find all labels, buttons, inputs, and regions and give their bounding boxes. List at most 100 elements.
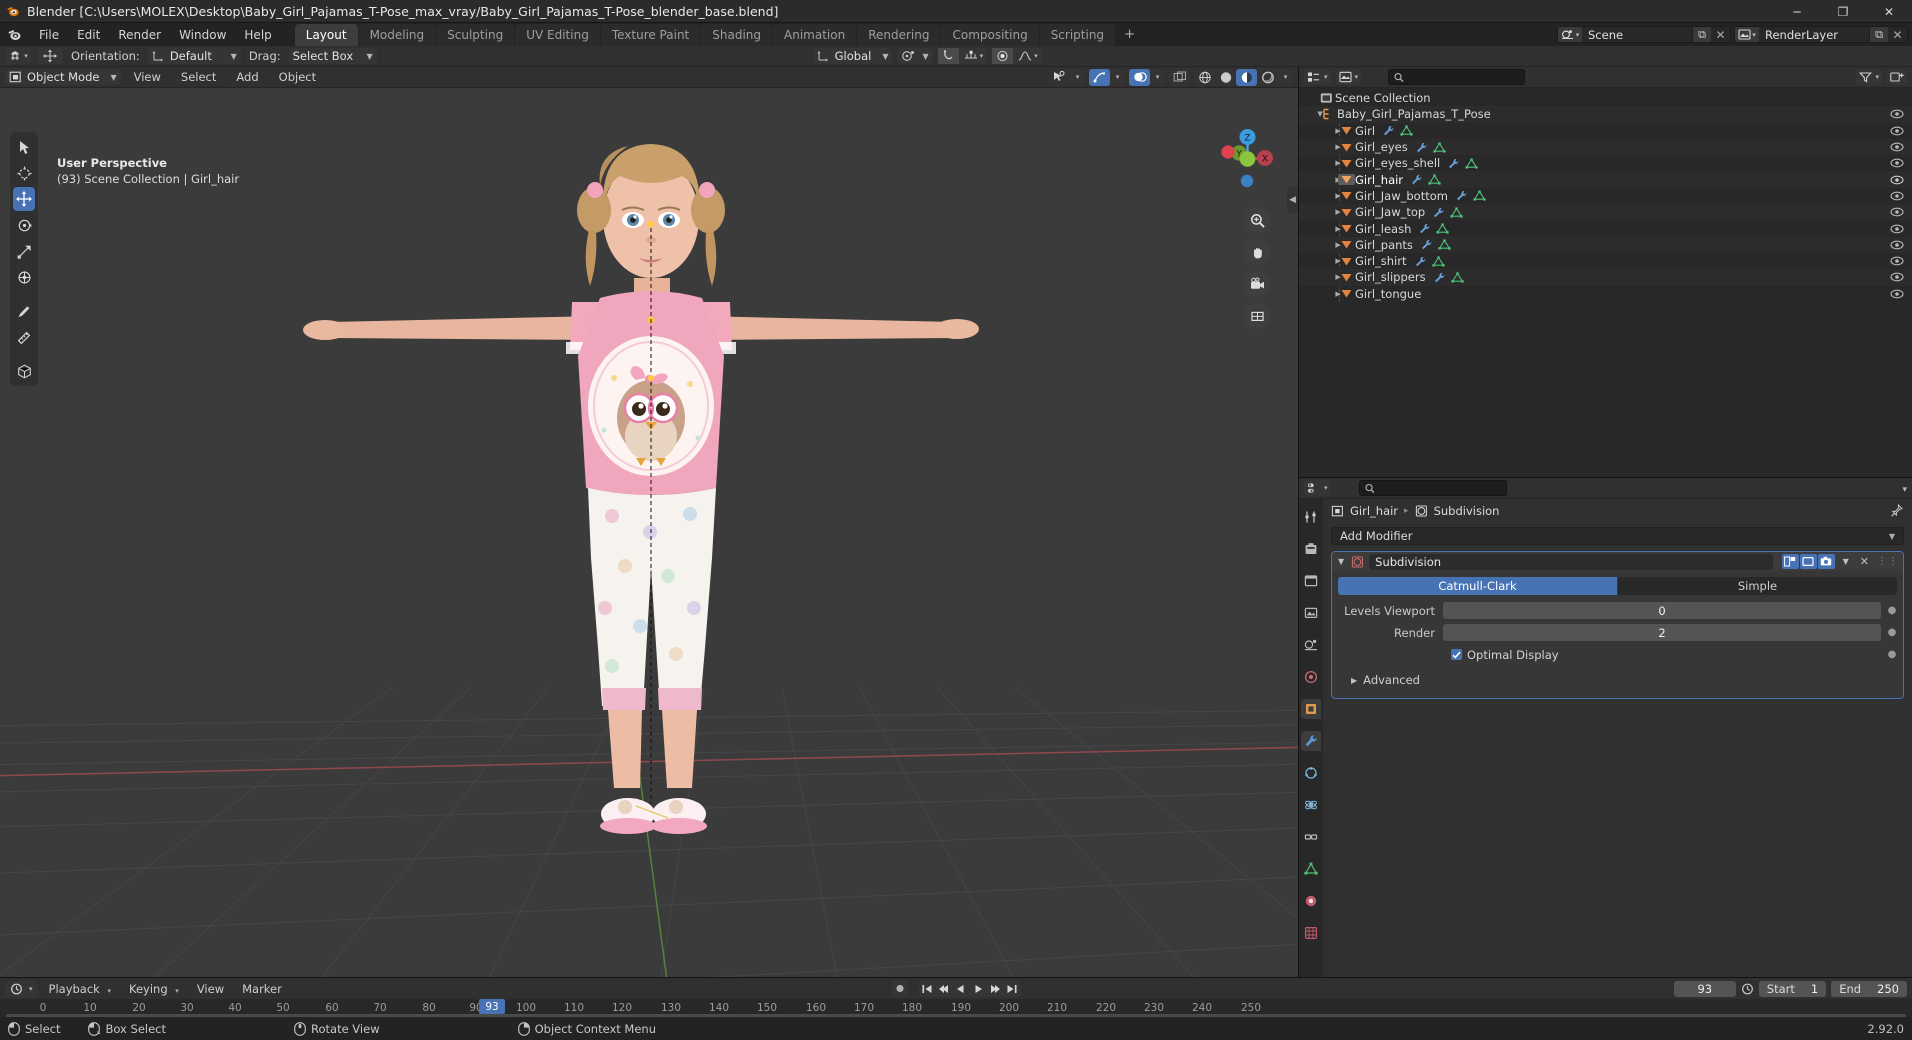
show-gizmo-toggle[interactable] bbox=[1089, 68, 1110, 86]
tab-physics-properties[interactable] bbox=[1301, 795, 1321, 815]
subdivision-catmull-clark-button[interactable]: Catmull-Clark bbox=[1338, 577, 1617, 595]
outliner-row-object[interactable]: ▶ Girl_tongue bbox=[1299, 286, 1912, 302]
outliner-row-object[interactable]: ▶ Girl_leash bbox=[1299, 220, 1912, 236]
modifier-name-field[interactable]: Subdivision bbox=[1369, 553, 1773, 570]
tab-modifier-properties[interactable] bbox=[1301, 731, 1321, 751]
tab-animation[interactable]: Animation bbox=[773, 24, 857, 46]
outliner-row-object[interactable]: ▶ Girl_Jaw_bottom bbox=[1299, 188, 1912, 204]
disclosure-icon[interactable]: ▶ bbox=[1304, 208, 1340, 216]
advanced-section-toggle[interactable]: ▶ Advanced bbox=[1338, 670, 1897, 690]
modifier-drag-handle[interactable]: ⋮⋮ bbox=[1877, 556, 1899, 567]
shading-rendered-button[interactable] bbox=[1257, 69, 1278, 86]
next-keyframe-button[interactable] bbox=[987, 981, 1004, 997]
properties-search-box[interactable] bbox=[1358, 480, 1507, 496]
proportional-editing-toggle[interactable] bbox=[992, 48, 1014, 64]
animate-property-dot[interactable]: ● bbox=[1887, 605, 1897, 616]
show-on-cage-toggle[interactable] bbox=[1781, 554, 1799, 569]
disclosure-icon[interactable]: ▶ bbox=[1304, 176, 1340, 184]
move-tool[interactable] bbox=[13, 187, 35, 211]
current-frame-field[interactable]: 93 bbox=[1673, 980, 1736, 997]
tab-shading[interactable]: Shading bbox=[701, 24, 772, 46]
shading-solid-button[interactable] bbox=[1215, 69, 1236, 86]
disclosure-open-icon[interactable]: ▼ bbox=[1304, 110, 1322, 118]
remove-viewlayer-button[interactable]: ✕ bbox=[1888, 27, 1907, 42]
tab-object-properties[interactable] bbox=[1301, 699, 1321, 719]
eye-icon[interactable] bbox=[1890, 272, 1904, 283]
pan-hand-icon[interactable] bbox=[1244, 239, 1270, 265]
eye-icon[interactable] bbox=[1890, 190, 1904, 201]
timeline-menu-marker[interactable]: Marker bbox=[235, 980, 289, 998]
eye-icon[interactable] bbox=[1890, 256, 1904, 267]
ortho-perspective-icon[interactable] bbox=[1244, 303, 1270, 329]
modifier-expand-icon[interactable]: ▼ bbox=[1336, 557, 1346, 566]
scale-tool[interactable] bbox=[13, 239, 35, 263]
tab-output-properties[interactable] bbox=[1301, 571, 1321, 591]
tab-texture-paint[interactable]: Texture Paint bbox=[600, 24, 701, 46]
menu-file[interactable]: File bbox=[30, 25, 68, 45]
shading-wireframe-button[interactable] bbox=[1194, 69, 1215, 86]
minimize-button[interactable]: ─ bbox=[1774, 0, 1820, 23]
outliner-row-object[interactable]: ▶ Girl bbox=[1299, 123, 1912, 139]
shading-dropdown[interactable]: ▾ bbox=[1278, 69, 1293, 86]
eye-icon[interactable] bbox=[1890, 109, 1904, 120]
add-modifier-button[interactable]: Add Modifier ▼ bbox=[1331, 527, 1904, 545]
eye-icon[interactable] bbox=[1890, 142, 1904, 153]
disclosure-icon[interactable]: ▶ bbox=[1304, 257, 1340, 265]
menu-help[interactable]: Help bbox=[235, 25, 280, 45]
eye-icon[interactable] bbox=[1890, 158, 1904, 169]
frame-start-field[interactable]: Start 1 bbox=[1758, 980, 1827, 997]
properties-search-input[interactable] bbox=[1378, 481, 1501, 495]
jump-to-end-button[interactable] bbox=[1004, 981, 1021, 997]
disclosure-icon[interactable]: ▶ bbox=[1304, 241, 1340, 249]
overlay-dropdown[interactable]: ▾ bbox=[1150, 69, 1165, 86]
tab-data-properties[interactable] bbox=[1301, 859, 1321, 879]
tab-compositing[interactable]: Compositing bbox=[941, 24, 1039, 46]
add-cube-tool[interactable] bbox=[13, 359, 35, 383]
new-scene-button[interactable]: ⧉ bbox=[1692, 27, 1711, 42]
subdivision-simple-button[interactable]: Simple bbox=[1618, 577, 1897, 595]
outliner-row-collection[interactable]: ▼ Baby_Girl_Pajamas_T_Pose bbox=[1299, 106, 1912, 123]
tab-tool-properties[interactable] bbox=[1301, 507, 1321, 527]
properties-options-dropdown[interactable]: ▾ bbox=[1902, 481, 1907, 495]
play-reverse-button[interactable] bbox=[953, 981, 970, 997]
tab-world-properties[interactable] bbox=[1301, 667, 1321, 687]
outliner-tree[interactable]: Scene Collection ▼ Baby_Girl_Pajamas_T_P… bbox=[1299, 88, 1912, 477]
navigation-gizmo[interactable]: Z X Y bbox=[1206, 119, 1280, 193]
frame-end-field[interactable]: End 250 bbox=[1831, 980, 1907, 997]
tab-texture-properties[interactable] bbox=[1301, 923, 1321, 943]
orientation-dropdown[interactable]: Default ▼ bbox=[147, 48, 241, 64]
drag-dropdown[interactable]: Select Box ▼ bbox=[288, 48, 377, 64]
outliner-display-mode-dropdown[interactable]: ▾ bbox=[1335, 69, 1362, 85]
tweak-tool[interactable] bbox=[13, 135, 35, 159]
outliner-row-scene-collection[interactable]: Scene Collection bbox=[1299, 90, 1912, 106]
camera-view-icon[interactable] bbox=[1244, 271, 1270, 297]
measure-tool[interactable] bbox=[13, 325, 35, 349]
add-workspace-button[interactable]: + bbox=[1116, 24, 1143, 46]
show-in-render-toggle[interactable] bbox=[1817, 554, 1835, 569]
disclosure-icon[interactable]: ▶ bbox=[1304, 127, 1340, 135]
outliner-search-input[interactable] bbox=[1407, 70, 1520, 84]
animate-property-dot[interactable]: ● bbox=[1887, 649, 1897, 660]
interaction-mode-dropdown[interactable]: Object Mode ▼ bbox=[5, 69, 121, 85]
disclosure-icon[interactable]: ▶ bbox=[1304, 225, 1340, 233]
scene-selector[interactable]: ▾ Scene ⧉ ✕ bbox=[1557, 26, 1731, 43]
tab-modeling[interactable]: Modeling bbox=[358, 24, 436, 46]
menu-window[interactable]: Window bbox=[170, 25, 235, 45]
outliner-editor-type-dropdown[interactable]: ▾ bbox=[1304, 69, 1331, 85]
close-button[interactable]: ✕ bbox=[1866, 0, 1912, 23]
play-button[interactable] bbox=[970, 981, 987, 997]
breadcrumb-modifier-label[interactable]: Subdivision bbox=[1434, 504, 1500, 518]
tab-viewlayer-properties[interactable] bbox=[1301, 603, 1321, 623]
shading-material-preview-button[interactable] bbox=[1236, 68, 1257, 86]
show-in-editmode-toggle[interactable] bbox=[1799, 554, 1817, 569]
eye-icon[interactable] bbox=[1890, 207, 1904, 218]
tab-uv-editing[interactable]: UV Editing bbox=[515, 24, 600, 46]
auto-keying-button[interactable] bbox=[891, 980, 909, 997]
modifier-extras-dropdown[interactable]: ▼ bbox=[1840, 557, 1852, 566]
pin-icon[interactable] bbox=[1890, 504, 1903, 517]
annotate-tool[interactable] bbox=[13, 299, 35, 323]
levels-viewport-field[interactable]: 0 bbox=[1443, 602, 1881, 619]
properties-editor-type-dropdown[interactable]: ▾ bbox=[1304, 480, 1331, 496]
transform-pivot-icon[interactable] bbox=[37, 48, 63, 64]
optimal-display-checkbox[interactable] bbox=[1451, 649, 1462, 660]
